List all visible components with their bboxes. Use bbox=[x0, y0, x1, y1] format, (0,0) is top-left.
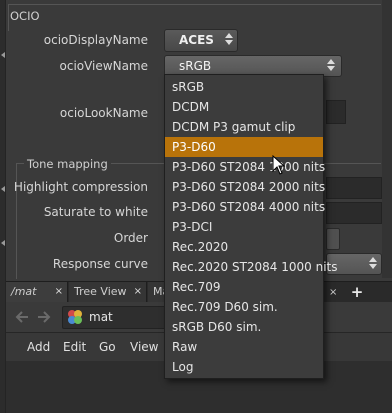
order-button[interactable] bbox=[326, 228, 340, 250]
order-label: Order bbox=[113, 231, 148, 245]
dropdown-option[interactable]: P3-DCI bbox=[165, 217, 323, 237]
menu-add[interactable]: Add bbox=[27, 333, 50, 361]
back-arrow-icon[interactable] bbox=[14, 309, 30, 325]
ocio-look-label: ocioLookName bbox=[59, 106, 148, 120]
dropdown-option[interactable]: Rec.2020 bbox=[165, 237, 323, 257]
menu-edit[interactable]: Edit bbox=[63, 333, 86, 361]
ocio-view-value: sRGB bbox=[179, 59, 212, 73]
ocio-view-label: ocioViewName bbox=[59, 59, 149, 73]
forward-arrow-icon[interactable] bbox=[36, 309, 52, 325]
path-value: mat bbox=[89, 310, 113, 324]
up-down-arrows-icon bbox=[225, 33, 233, 45]
dropdown-option[interactable]: P3-D60 ST2084 4000 nits bbox=[165, 197, 325, 217]
saturate-to-white-field[interactable] bbox=[326, 202, 382, 224]
tab-label: /mat bbox=[11, 285, 37, 298]
ocio-view-dropdown: sRGB DCDM DCDM P3 gamut clip P3-D60 P3-D60 S… bbox=[164, 74, 338, 379]
tonemapping-section-title: Tone mapping bbox=[24, 157, 111, 171]
dropdown-option[interactable]: sRGB D60 sim. bbox=[165, 317, 323, 337]
dropdown-option[interactable]: Raw bbox=[165, 337, 323, 357]
collapse-arrow-icon[interactable] bbox=[1, 52, 5, 58]
response-curve-label: Response curve bbox=[52, 257, 148, 271]
add-tab-icon[interactable]: + bbox=[346, 282, 368, 302]
tab-label: Tree View bbox=[74, 285, 127, 298]
ocio-section-frame bbox=[8, 4, 381, 31]
dropdown-option[interactable]: DCDM bbox=[165, 97, 323, 117]
tab-mat[interactable]: /mat × bbox=[6, 282, 68, 302]
material-network-icon bbox=[67, 309, 83, 325]
highlight-compression-label: Highlight compression bbox=[13, 180, 148, 194]
mouse-pointer-icon bbox=[272, 154, 286, 175]
ocio-section-title: OCIO bbox=[10, 9, 40, 23]
up-down-arrows-icon bbox=[327, 59, 335, 71]
dropdown-option[interactable]: Rec.709 D60 sim. bbox=[165, 297, 323, 317]
menu-view[interactable]: View bbox=[130, 333, 158, 361]
highlight-compression-field[interactable] bbox=[326, 177, 382, 199]
up-down-arrows-icon bbox=[369, 257, 377, 269]
ocio-display-button[interactable]: ACES bbox=[164, 29, 238, 52]
dropdown-option[interactable]: sRGB bbox=[165, 77, 323, 97]
ocio-look-field[interactable] bbox=[326, 100, 346, 124]
ocio-display-label: ocioDisplayName bbox=[43, 33, 148, 47]
dropdown-option[interactable]: DCDM P3 gamut clip bbox=[165, 117, 323, 137]
path-field[interactable]: mat bbox=[62, 306, 174, 329]
dropdown-option[interactable]: P3-D60 bbox=[165, 137, 323, 157]
saturate-to-white-label: Saturate to white bbox=[43, 205, 148, 219]
tab-close-right[interactable]: × bbox=[324, 282, 344, 302]
dropdown-option[interactable]: Rec.2020 ST2084 1000 nits bbox=[165, 257, 338, 277]
close-icon[interactable]: × bbox=[55, 282, 63, 302]
dropdown-option[interactable]: Log bbox=[165, 357, 323, 377]
close-icon[interactable]: × bbox=[329, 287, 337, 298]
dropdown-option[interactable]: Rec.709 bbox=[165, 277, 323, 297]
tab-tree-view[interactable]: Tree View × bbox=[69, 282, 147, 302]
close-icon[interactable]: × bbox=[134, 282, 142, 302]
dropdown-option[interactable]: P3-D60 ST2084 1000 nits bbox=[165, 157, 325, 177]
scroll-strip[interactable] bbox=[382, 0, 392, 278]
dropdown-option[interactable]: P3-D60 ST2084 2000 nits bbox=[165, 177, 325, 197]
ocio-display-value: ACES bbox=[179, 33, 214, 47]
menu-go[interactable]: Go bbox=[99, 333, 116, 361]
